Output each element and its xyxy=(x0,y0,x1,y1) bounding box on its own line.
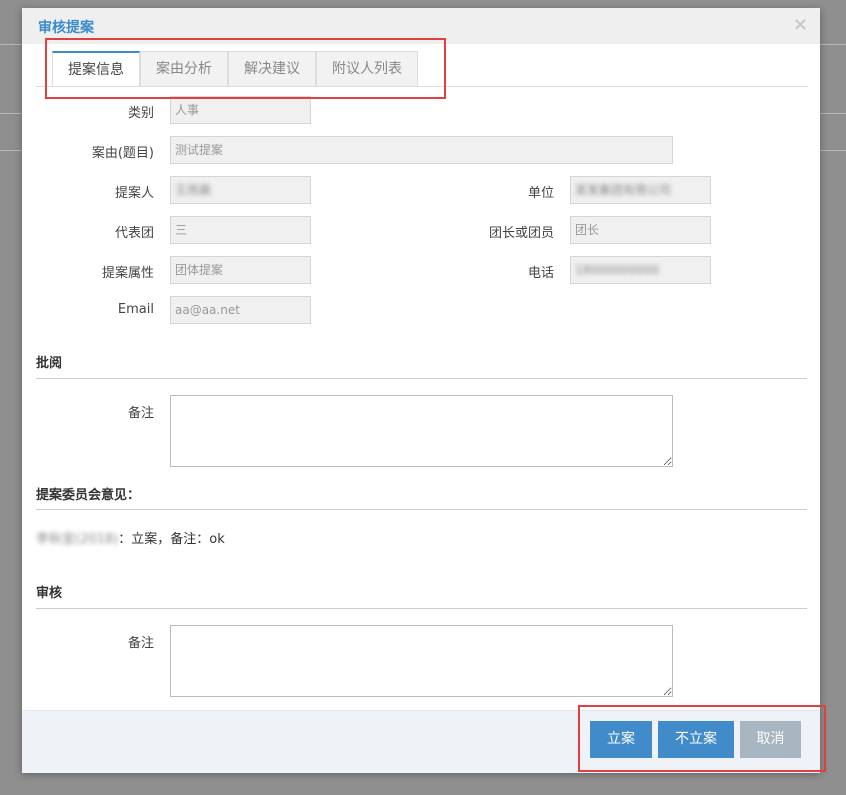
opinion-content: ：立案，备注：ok xyxy=(118,532,225,547)
category-field[interactable]: 人事 xyxy=(170,96,311,124)
unit-value: 某某集团有限公司 xyxy=(575,183,672,197)
email-label: Email xyxy=(117,302,154,317)
review-remark-textarea[interactable] xyxy=(170,395,673,467)
role-field[interactable]: 团长 xyxy=(570,216,711,244)
audit-remark-textarea[interactable] xyxy=(170,625,673,697)
review-section-divider xyxy=(36,378,807,379)
subject-label: 案由(题目) xyxy=(91,146,154,161)
role-label: 团长或团员 xyxy=(488,226,554,241)
audit-section-title: 审核 xyxy=(36,586,63,601)
phone-value: 18000000000 xyxy=(575,263,659,277)
background-line xyxy=(0,150,22,151)
review-remark-label: 备注 xyxy=(127,406,154,421)
audit-section-divider xyxy=(36,608,807,609)
background-line xyxy=(0,44,22,45)
attribute-label: 提案属性 xyxy=(101,266,154,281)
category-label: 类别 xyxy=(127,106,154,121)
review-proposal-dialog: 审核提案 × 提案信息 案由分析 解决建议 附议人列表 类别 人事 案由(题目)… xyxy=(22,8,826,773)
unit-field[interactable]: 某某集团有限公司 xyxy=(570,176,711,204)
committee-opinion-divider xyxy=(36,509,807,510)
tabs-highlight-box xyxy=(45,38,446,99)
subject-field[interactable]: 测试提案 xyxy=(170,136,673,164)
buttons-highlight-box xyxy=(578,705,826,772)
background-line xyxy=(820,150,846,151)
proposer-field[interactable]: 王雨晨 xyxy=(170,176,311,204)
phone-label: 电话 xyxy=(527,266,554,281)
opinion-author: 李秋宜(2018) xyxy=(36,532,119,547)
dialog-title: 审核提案 xyxy=(38,20,94,36)
committee-opinion-title: 提案委员会意见： xyxy=(36,488,141,503)
proposer-value: 王雨晨 xyxy=(175,183,212,197)
review-section-title: 批阅 xyxy=(36,356,63,371)
close-icon[interactable]: × xyxy=(793,14,808,35)
email-field[interactable]: aa@aa.net xyxy=(170,296,311,324)
phone-field[interactable]: 18000000000 xyxy=(570,256,711,284)
audit-remark-label: 备注 xyxy=(127,636,154,651)
committee-opinion-text: 李秋宜(2018)：立案，备注：ok xyxy=(36,528,225,547)
delegation-label: 代表团 xyxy=(114,226,154,241)
proposer-label: 提案人 xyxy=(114,186,154,201)
background-line xyxy=(820,113,846,114)
attribute-field[interactable]: 团体提案 xyxy=(170,256,311,284)
unit-label: 单位 xyxy=(527,186,554,201)
delegation-field[interactable]: 三 xyxy=(170,216,311,244)
background-line xyxy=(0,113,22,114)
background-line xyxy=(820,44,846,45)
